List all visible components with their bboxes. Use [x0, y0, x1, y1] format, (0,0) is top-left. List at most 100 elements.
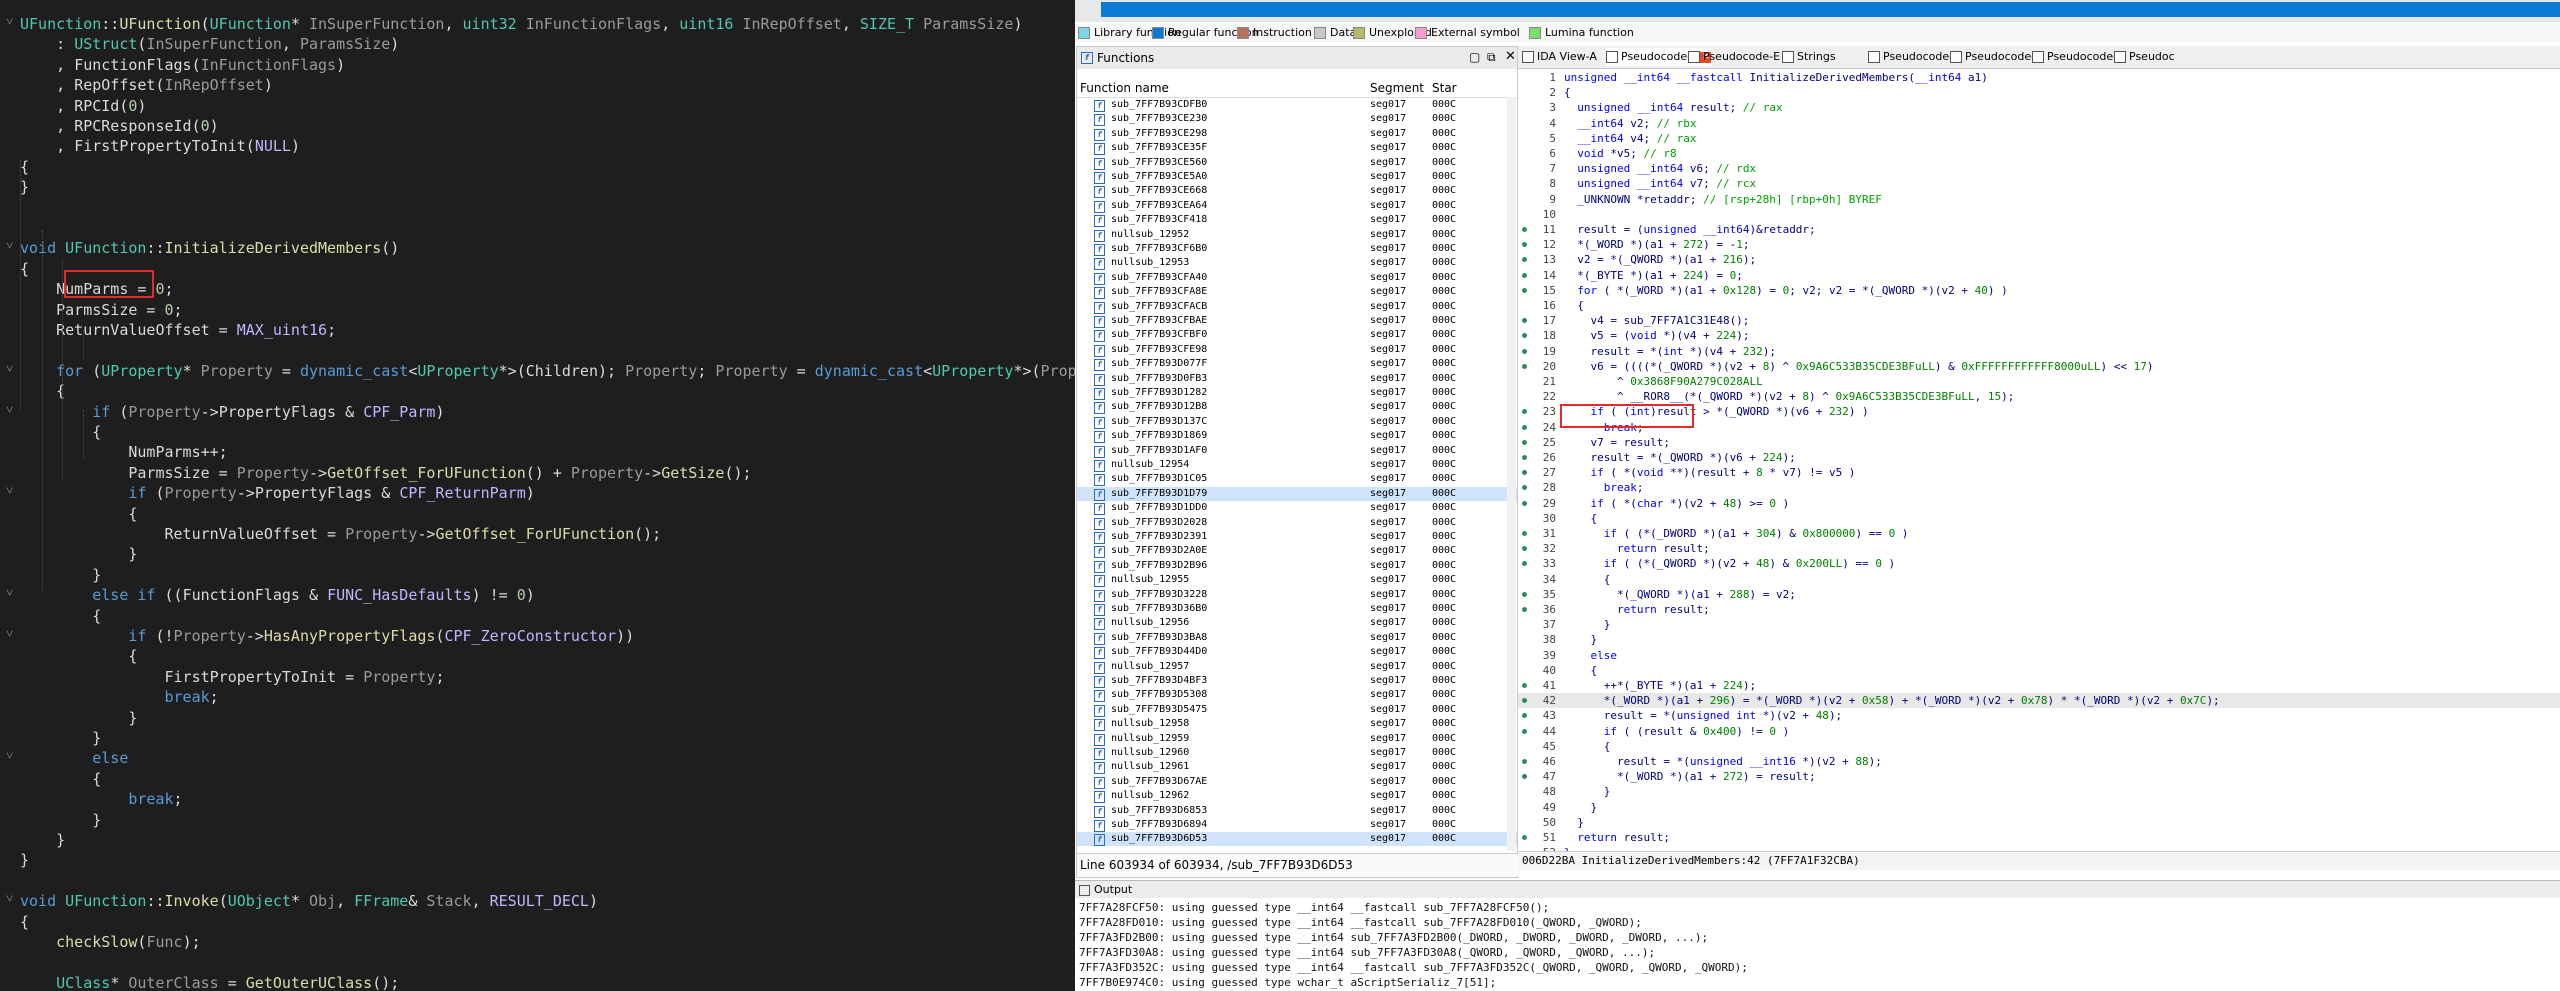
function-row[interactable]: f nullsub_12959 seg017 000C [1077, 732, 1517, 746]
breakpoint-dot-icon[interactable] [1522, 257, 1527, 263]
function-row[interactable]: f sub_7FF7B93CFBAE seg017 000C [1077, 314, 1517, 328]
pseudocode-line[interactable]: 26 result = *(_QWORD *)(v6 + 224); [1518, 450, 2560, 465]
column-function-name[interactable]: Function name [1080, 81, 1169, 95]
pseudocode-line[interactable]: 8 unsigned __int64 v7; // rcx [1518, 176, 2560, 191]
function-row[interactable]: f sub_7FF7B93D1869 seg017 000C [1077, 429, 1517, 444]
function-row[interactable]: f sub_7FF7B93CFACB seg017 000C [1077, 300, 1517, 314]
function-row[interactable]: f sub_7FF7B93CFE98 seg017 000C [1077, 343, 1517, 357]
pseudocode-line[interactable]: 22 ^ __ROR8__(*(_QWORD *)(v2 + 8) ^ 0x9A… [1518, 389, 2560, 404]
breakpoint-dot-icon[interactable] [1522, 318, 1527, 324]
column-segment[interactable]: Segment [1370, 81, 1424, 95]
function-row[interactable]: f sub_7FF7B93D12B8 seg017 000C [1077, 400, 1517, 415]
pseudocode-line[interactable]: 2{ [1518, 85, 2560, 100]
tab-pseudocode-a[interactable]: Pseudocode-A [1868, 48, 1960, 66]
close-icon[interactable]: ✕ [1505, 49, 1516, 64]
pseudocode-line[interactable]: 6 void *v5; // r8 [1518, 146, 2560, 161]
breakpoint-dot-icon[interactable] [1522, 759, 1527, 764]
function-row[interactable]: f sub_7FF7B93D2B96 seg017 000C [1077, 559, 1517, 573]
function-row[interactable]: f sub_7FF7B93D36B0 seg017 000C [1077, 602, 1517, 616]
fold-chevron-icon[interactable]: ˅ [6, 585, 20, 605]
fold-chevron-icon[interactable]: ˅ [6, 402, 20, 422]
pseudocode-line[interactable]: 28 break; [1518, 480, 2560, 495]
navigation-band[interactable] [1075, 0, 2560, 22]
function-row[interactable]: f nullsub_12957 seg017 000C [1077, 660, 1517, 674]
pseudocode-line[interactable]: 37 } [1518, 617, 2560, 632]
function-row[interactable]: f sub_7FF7B93D3228 seg017 000C [1077, 588, 1517, 602]
function-row[interactable]: f sub_7FF7B93CE5A0 seg017 000C [1077, 170, 1517, 184]
pseudocode-line[interactable]: 35 *(_QWORD *)(a1 + 288) = v2; [1518, 587, 2560, 602]
pseudocode-line[interactable]: 46 result = *(unsigned __int16 *)(v2 + 8… [1518, 754, 2560, 769]
function-row[interactable]: f sub_7FF7B93CF418 seg017 000C [1077, 213, 1517, 228]
fold-chevron-icon[interactable]: ˅ [6, 891, 20, 911]
breakpoint-dot-icon[interactable] [1522, 485, 1527, 491]
breakpoint-dot-icon[interactable] [1522, 683, 1527, 688]
pseudocode-line[interactable]: 31 if ( (*(_DWORD *)(a1 + 304) & 0x80000… [1518, 526, 2560, 541]
function-row[interactable]: f nullsub_12955 seg017 000C [1077, 573, 1517, 588]
pseudocode-line[interactable]: 30 { [1518, 511, 2560, 526]
breakpoint-dot-icon[interactable] [1522, 363, 1527, 369]
function-row[interactable]: f sub_7FF7B93D1C05 seg017 000C [1077, 472, 1517, 487]
function-row[interactable]: f sub_7FF7B93D2028 seg017 000C [1077, 516, 1517, 530]
function-row[interactable]: f sub_7FF7B93D4BF3 seg017 000C [1077, 674, 1517, 688]
breakpoint-dot-icon[interactable] [1522, 713, 1527, 719]
function-row[interactable]: f sub_7FF7B93D5308 seg017 000C [1077, 688, 1517, 703]
function-row[interactable]: f sub_7FF7B93CDFB0 seg017 000C [1077, 98, 1517, 112]
function-row[interactable]: f sub_7FF7B93D2391 seg017 000C [1077, 530, 1517, 544]
function-row[interactable]: f sub_7FF7B93CFBF0 seg017 000C [1077, 328, 1517, 343]
float-icon[interactable]: ⧉ [1487, 50, 1496, 65]
tab-pseudocode-c[interactable]: Pseudocode-C [2032, 48, 2125, 66]
tab-pseudocode-b[interactable]: Pseudocode-B [1950, 48, 2042, 66]
pseudocode-line[interactable]: 45 { [1518, 739, 2560, 754]
pseudocode-line[interactable]: 16 { [1518, 298, 2560, 313]
pseudocode-line[interactable]: 42 *(_WORD *)(a1 + 296) = *(_WORD *)(v2 … [1518, 693, 2560, 709]
pseudocode-line[interactable]: 12 *(_WORD *)(a1 + 272) = -1; [1518, 237, 2560, 252]
breakpoint-dot-icon[interactable] [1522, 500, 1527, 506]
function-row[interactable]: f sub_7FF7B93CE298 seg017 000C [1077, 127, 1517, 141]
fold-chevron-icon[interactable]: ˅ [6, 626, 20, 646]
breakpoint-dot-icon[interactable] [1522, 470, 1527, 476]
pseudocode-line[interactable]: 10 [1518, 207, 2560, 222]
breakpoint-dot-icon[interactable] [1522, 272, 1527, 278]
function-row[interactable]: f sub_7FF7B93D077F seg017 000C [1077, 357, 1517, 372]
breakpoint-dot-icon[interactable] [1522, 242, 1527, 248]
function-row[interactable]: f nullsub_12960 seg017 000C [1077, 746, 1517, 760]
function-row[interactable]: f sub_7FF7B93D6853 seg017 000C [1077, 804, 1517, 818]
function-row[interactable]: f sub_7FF7B93CE668 seg017 000C [1077, 184, 1517, 199]
function-row[interactable]: f sub_7FF7B93CFA8E seg017 000C [1077, 285, 1517, 300]
pseudocode-line[interactable]: 40 { [1518, 663, 2560, 678]
pseudocode-line[interactable]: 21 ^ 0x3868F90A279C028ALL [1518, 374, 2560, 389]
pseudocode-line[interactable]: 9 _UNKNOWN *retaddr; // [rsp+28h] [rbp+0… [1518, 192, 2560, 207]
function-row[interactable]: f sub_7FF7B93CFA40 seg017 000C [1077, 271, 1517, 285]
pseudocode-line[interactable]: 29 if ( *(char *)(v2 + 48) >= 0 ) [1518, 496, 2560, 511]
pseudocode-line[interactable]: 47 *(_WORD *)(a1 + 272) = result; [1518, 769, 2560, 784]
function-row[interactable]: f sub_7FF7B93D137C seg017 000C [1077, 415, 1517, 429]
function-row[interactable]: f sub_7FF7B93CE35F seg017 000C [1077, 141, 1517, 156]
function-row[interactable]: f sub_7FF7B93D0FB3 seg017 000C [1077, 372, 1517, 386]
breakpoint-dot-icon[interactable] [1522, 439, 1527, 445]
pseudocode-line[interactable]: 4 __int64 v2; // rbx [1518, 116, 2560, 131]
function-row[interactable]: f sub_7FF7B93CF6B0 seg017 000C [1077, 242, 1517, 256]
fold-chevron-icon[interactable]: ˅ [6, 14, 20, 34]
pseudocode-line[interactable]: 17 v4 = sub_7FF7A1C31E48(); [1518, 313, 2560, 328]
function-row[interactable]: f nullsub_12953 seg017 000C [1077, 256, 1517, 271]
fold-chevron-icon[interactable]: ˅ [6, 238, 20, 258]
pseudocode-line[interactable]: 32 return result; [1518, 541, 2560, 556]
pseudocode-line[interactable]: 14 *(_BYTE *)(a1 + 224) = 0; [1518, 268, 2560, 283]
function-row[interactable]: f sub_7FF7B93D5475 seg017 000C [1077, 703, 1517, 717]
pseudocode-line[interactable]: 3 unsigned __int64 result; // rax [1518, 100, 2560, 115]
pseudocode-line[interactable]: 34 { [1518, 572, 2560, 587]
function-row[interactable]: f sub_7FF7B93D2A0E seg017 000C [1077, 544, 1517, 559]
breakpoint-dot-icon[interactable] [1522, 546, 1527, 552]
pseudocode-line[interactable]: 44 if ( (result & 0x400) != 0 ) [1518, 724, 2560, 739]
function-row[interactable]: f nullsub_12952 seg017 000C [1077, 228, 1517, 242]
pseudocode-line[interactable]: 25 v7 = result; [1518, 435, 2560, 450]
tab-strings[interactable]: Strings [1782, 48, 1836, 66]
pseudocode-line[interactable]: 15 for ( *(_WORD *)(a1 + 0x128) = 0; v2;… [1518, 283, 2560, 298]
breakpoint-dot-icon[interactable] [1522, 409, 1527, 415]
function-row[interactable]: f sub_7FF7B93D67AE seg017 000C [1077, 775, 1517, 789]
pseudocode-line[interactable]: 18 v5 = (void *)(v4 + 224); [1518, 328, 2560, 343]
pseudocode-line[interactable]: 43 result = *(unsigned int *)(v2 + 48); [1518, 708, 2560, 723]
breakpoint-dot-icon[interactable] [1522, 287, 1527, 293]
function-row[interactable]: f nullsub_12956 seg017 000C [1077, 616, 1517, 631]
navigation-band-strip[interactable] [1101, 2, 2560, 17]
